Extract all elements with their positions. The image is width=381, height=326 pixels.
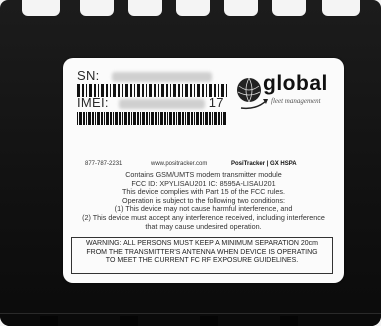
barcode-bar bbox=[176, 112, 177, 125]
sn-prefix: SN: bbox=[77, 68, 100, 83]
barcode-bar bbox=[196, 112, 199, 125]
imei-row: IMEI: 17 bbox=[77, 95, 224, 110]
warning-line: FROM THE TRANSMITTER'S ANTENNA WHEN DEVI… bbox=[86, 248, 318, 256]
top-notch bbox=[22, 0, 60, 16]
barcode-bar bbox=[155, 112, 157, 125]
brand-logo: global fleet management bbox=[235, 70, 331, 116]
barcode-bar bbox=[178, 112, 181, 125]
barcode-bar bbox=[151, 112, 154, 125]
barcode-bar bbox=[79, 112, 82, 125]
barcode-bar bbox=[115, 112, 118, 125]
top-notch bbox=[80, 0, 114, 16]
barcode-bar bbox=[221, 112, 222, 125]
barcode-bar bbox=[77, 112, 78, 125]
barcode-bar bbox=[200, 112, 202, 125]
barcode-bar bbox=[205, 112, 208, 125]
redacted-imei bbox=[118, 98, 205, 109]
barcode-bar bbox=[113, 112, 114, 125]
rf-warning-box: WARNING: ALL PERSONS MUST KEEP A MINIMUM… bbox=[71, 237, 333, 274]
rib-notch bbox=[200, 316, 218, 326]
barcode-bar bbox=[160, 112, 163, 125]
barcode-bar bbox=[164, 112, 166, 125]
barcode-bar bbox=[173, 112, 175, 125]
barcode-bar bbox=[187, 112, 190, 125]
barcode-bar bbox=[97, 112, 100, 125]
device-label-sticker: SN: IMEI: 17 global fleet management 877… bbox=[63, 58, 344, 283]
brand-name: global bbox=[263, 72, 328, 95]
barcode-bar bbox=[124, 112, 127, 125]
barcode-bar bbox=[92, 112, 94, 125]
barcode-bar bbox=[122, 112, 123, 125]
barcode-bar bbox=[86, 112, 87, 125]
top-notch bbox=[272, 0, 306, 16]
barcode-bar bbox=[104, 112, 105, 125]
top-notch bbox=[322, 0, 360, 16]
brand-tagline: fleet management bbox=[271, 97, 321, 105]
barcode-bar bbox=[101, 112, 103, 125]
fcc-compliance-text: Contains GSM/UMTS modem transmitter modu… bbox=[71, 170, 336, 231]
top-notch bbox=[128, 0, 162, 16]
serial-number-row: SN: bbox=[77, 68, 212, 83]
imei-prefix: IMEI: bbox=[77, 95, 109, 110]
barcode-bar bbox=[149, 112, 150, 125]
top-notch bbox=[224, 0, 258, 16]
redacted-serial bbox=[111, 71, 212, 82]
imei-suffix: 17 bbox=[208, 95, 224, 110]
barcode-bar bbox=[226, 84, 227, 97]
barcode-bar bbox=[142, 112, 145, 125]
barcode-bar bbox=[214, 112, 217, 125]
tracker-device-body: SN: IMEI: 17 global fleet management 877… bbox=[0, 0, 381, 326]
barcode-bar bbox=[83, 112, 85, 125]
barcode-bar bbox=[212, 112, 213, 125]
barcode-bar bbox=[133, 112, 136, 125]
barcode-bar bbox=[140, 112, 141, 125]
bottom-rib bbox=[0, 313, 381, 326]
barcode-bar bbox=[106, 112, 109, 125]
barcode-bar bbox=[169, 112, 172, 125]
barcode-bar bbox=[88, 112, 91, 125]
barcode-bar bbox=[209, 112, 211, 125]
barcode-bar bbox=[95, 112, 96, 125]
barcode-bar bbox=[194, 112, 195, 125]
warning-line: TO MEET THE CURRENT FC RF EXPOSURE GUIDE… bbox=[105, 257, 299, 265]
barcode-bar bbox=[131, 112, 132, 125]
compliance-line: that may cause undesired operation. bbox=[145, 221, 262, 231]
rib-notch bbox=[120, 316, 138, 326]
barcode-bar bbox=[223, 112, 226, 125]
barcode-bar bbox=[218, 112, 220, 125]
warning-line: WARNING: ALL PERSONS MUST KEEP A MINIMUM… bbox=[86, 240, 318, 247]
website: www.positracker.com bbox=[151, 161, 208, 167]
barcode-bar bbox=[137, 112, 139, 125]
barcode-bar bbox=[167, 112, 168, 125]
barcode-bar bbox=[110, 112, 112, 125]
imei-barcode bbox=[77, 112, 226, 125]
rib-notch bbox=[40, 316, 58, 326]
rib-notch bbox=[280, 316, 298, 326]
top-notch bbox=[176, 0, 210, 16]
barcode-bar bbox=[203, 112, 204, 125]
barcode-bar bbox=[128, 112, 130, 125]
barcode-bar bbox=[185, 112, 186, 125]
barcode-bar bbox=[119, 112, 121, 125]
phone-number: 877-787-2231 bbox=[85, 161, 123, 167]
barcode-bar bbox=[191, 112, 193, 125]
barcode-bar bbox=[158, 112, 159, 125]
barcode-bar bbox=[146, 112, 148, 125]
product-name: PosiTracker | GX HSPA bbox=[231, 161, 297, 167]
barcode-bar bbox=[182, 112, 184, 125]
